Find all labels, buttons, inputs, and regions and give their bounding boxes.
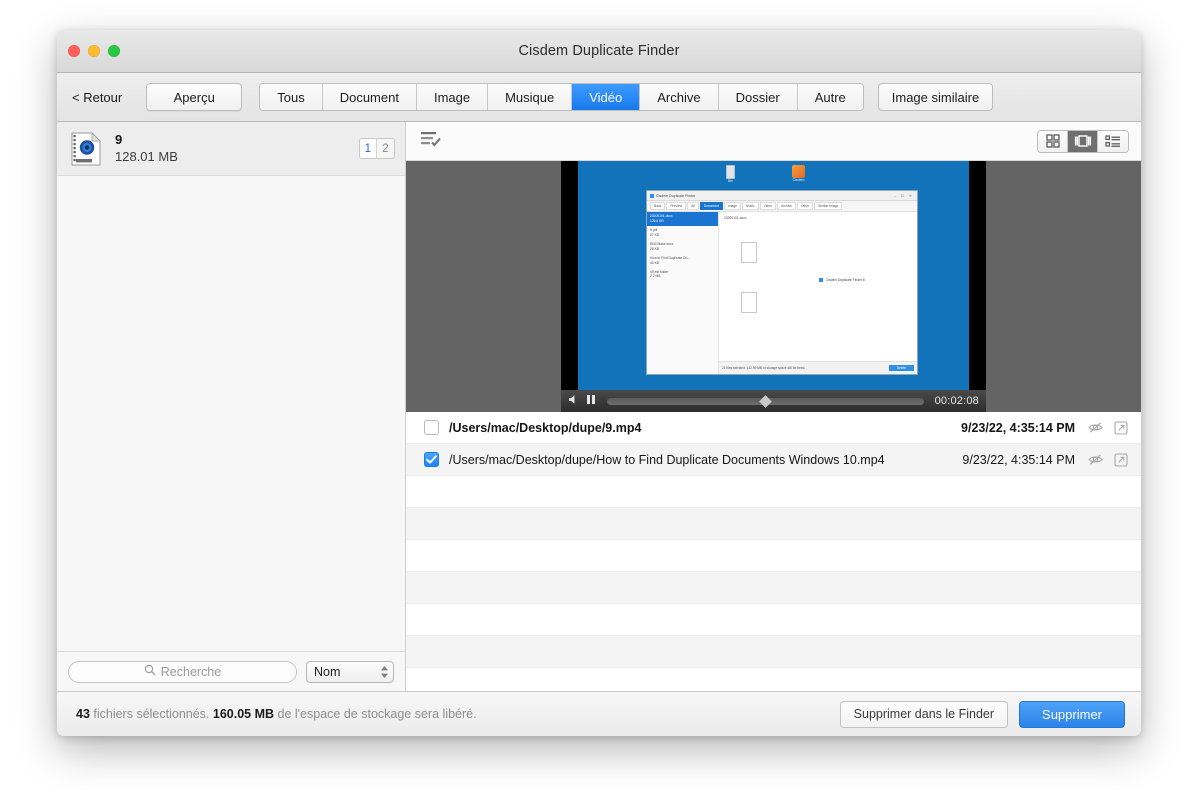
video-scrubber[interactable] xyxy=(607,395,924,408)
toolbar: < Retour Aperçu Tous Document Image Musi… xyxy=(57,73,1141,122)
tab-autre[interactable]: Autre xyxy=(797,84,863,110)
table-row[interactable]: /Users/mac/Desktop/dupe/9.mp4 9/23/22, 4… xyxy=(406,412,1141,444)
tab-document[interactable]: Document xyxy=(322,84,417,110)
badge-page-1[interactable]: 1 xyxy=(359,139,377,158)
window-body: 9 128.01 MB 1 2 Recherche Nom Bin Cisdem… xyxy=(57,122,1141,691)
mock-desktop-icon-cisdem: Cisdem xyxy=(792,165,805,182)
group-info: 9 128.01 MB xyxy=(115,131,359,165)
tab-archive[interactable]: Archive xyxy=(640,84,719,110)
scrubber-handle[interactable] xyxy=(759,395,773,408)
eye-slash-icon[interactable] xyxy=(1087,453,1103,466)
coverflow-icon[interactable] xyxy=(1068,130,1098,152)
view-mode-switch xyxy=(1037,129,1129,153)
sidebar-footer: Recherche Nom xyxy=(57,651,405,691)
tab-video[interactable]: Vidéo xyxy=(572,84,641,110)
pause-icon[interactable] xyxy=(586,392,596,410)
video-player[interactable]: Bin Cisdem Cisdem Duplicate Finder ‒ ⊡ ✕… xyxy=(561,161,986,412)
status-middle-text: fichiers sélectionnés. xyxy=(89,707,213,721)
search-placeholder: Recherche xyxy=(160,664,222,679)
video-frame: Bin Cisdem Cisdem Duplicate Finder ‒ ⊡ ✕… xyxy=(578,161,969,412)
badge-page-2[interactable]: 2 xyxy=(377,139,394,158)
group-page-badges: 1 2 xyxy=(358,138,395,159)
status-file-count: 43 xyxy=(76,707,90,721)
table-row-empty xyxy=(406,636,1141,668)
minimize-button[interactable] xyxy=(88,45,100,57)
sidebar: 9 128.01 MB 1 2 Recherche Nom xyxy=(57,122,406,691)
media-preview: Bin Cisdem Cisdem Duplicate Finder ‒ ⊡ ✕… xyxy=(406,161,1141,412)
status-tail-text: de l'espace de stockage sera libéré. xyxy=(274,707,477,721)
category-tabs: Tous Document Image Musique Vidéo Archiv… xyxy=(259,83,864,111)
duplicate-group-list: 9 128.01 MB 1 2 xyxy=(57,122,405,651)
status-text: 43 fichiers sélectionnés. 160.05 MB de l… xyxy=(76,707,477,721)
file-date: 9/23/22, 4:35:14 PM xyxy=(961,420,1075,435)
app-window: Cisdem Duplicate Finder < Retour Aperçu … xyxy=(57,30,1141,736)
video-time: 00:02:08 xyxy=(934,395,979,407)
similar-image-button[interactable]: Image similaire xyxy=(877,83,994,111)
row-checkbox[interactable] xyxy=(424,420,439,435)
row-checkbox[interactable] xyxy=(424,452,439,467)
mock-window-title: Cisdem Duplicate Finder xyxy=(656,193,696,198)
file-path: /Users/mac/Desktop/dupe/How to Find Dupl… xyxy=(449,452,885,467)
table-row-empty xyxy=(406,668,1141,691)
window-titlebar: Cisdem Duplicate Finder xyxy=(57,30,1141,73)
close-button[interactable] xyxy=(68,45,80,57)
back-button[interactable]: < Retour xyxy=(70,86,130,109)
window-title: Cisdem Duplicate Finder xyxy=(518,43,680,59)
desktop-background: Cisdem Duplicate Finder < Retour Aperçu … xyxy=(0,0,1197,812)
table-row-empty xyxy=(406,508,1141,540)
video-controls: 00:02:08 xyxy=(561,390,986,412)
tab-tous[interactable]: Tous xyxy=(260,84,323,110)
table-row-empty xyxy=(406,540,1141,572)
list-icon[interactable] xyxy=(1098,130,1128,152)
sort-value: Nom xyxy=(314,664,341,679)
duplicate-file-list: /Users/mac/Desktop/dupe/9.mp4 9/23/22, 4… xyxy=(406,412,1141,691)
delete-in-finder-button[interactable]: Supprimer dans le Finder xyxy=(839,700,1009,728)
file-path: /Users/mac/Desktop/dupe/9.mp4 xyxy=(449,420,642,435)
search-input[interactable]: Recherche xyxy=(68,660,297,683)
list-item[interactable]: 9 128.01 MB 1 2 xyxy=(57,122,405,176)
group-count: 9 xyxy=(115,131,123,147)
main-toolbar xyxy=(406,122,1141,161)
delete-button[interactable]: Supprimer xyxy=(1019,700,1125,728)
mock-app-window: Cisdem Duplicate Finder ‒ ⊡ ✕ Back Previ… xyxy=(646,190,918,375)
eye-slash-icon[interactable] xyxy=(1087,421,1103,434)
preview-button[interactable]: Aperçu xyxy=(146,83,243,111)
file-date: 9/23/22, 4:35:14 PM xyxy=(962,452,1075,467)
open-external-icon[interactable] xyxy=(1113,452,1129,467)
sort-dropdown[interactable]: Nom xyxy=(306,660,394,683)
table-row-empty xyxy=(406,476,1141,508)
main-pane: Bin Cisdem Cisdem Duplicate Finder ‒ ⊡ ✕… xyxy=(406,122,1141,691)
tab-musique[interactable]: Musique xyxy=(488,84,573,110)
quicktime-movie-file-icon xyxy=(70,131,102,166)
search-icon xyxy=(144,663,156,681)
footer-bar: 43 fichiers sélectionnés. 160.05 MB de l… xyxy=(57,691,1141,736)
table-row-empty xyxy=(406,572,1141,604)
status-size: 160.05 MB xyxy=(212,707,275,721)
stepper-icon[interactable] xyxy=(380,664,389,680)
table-row-empty xyxy=(406,604,1141,636)
group-size: 128.01 MB xyxy=(115,149,178,164)
empty-rows xyxy=(406,476,1141,691)
mock-desktop-icon-bin: Bin xyxy=(726,165,735,183)
table-row[interactable]: /Users/mac/Desktop/dupe/How to Find Dupl… xyxy=(406,444,1141,476)
grid-icon[interactable] xyxy=(1038,130,1068,152)
select-list-checkmark-icon[interactable] xyxy=(421,131,441,152)
traffic-lights xyxy=(68,45,120,57)
volume-icon[interactable] xyxy=(568,392,580,410)
zoom-button[interactable] xyxy=(108,45,120,57)
tab-dossier[interactable]: Dossier xyxy=(718,84,798,110)
tab-image[interactable]: Image xyxy=(416,84,489,110)
open-external-icon[interactable] xyxy=(1113,420,1129,435)
footer-buttons: Supprimer dans le Finder Supprimer xyxy=(839,700,1125,728)
